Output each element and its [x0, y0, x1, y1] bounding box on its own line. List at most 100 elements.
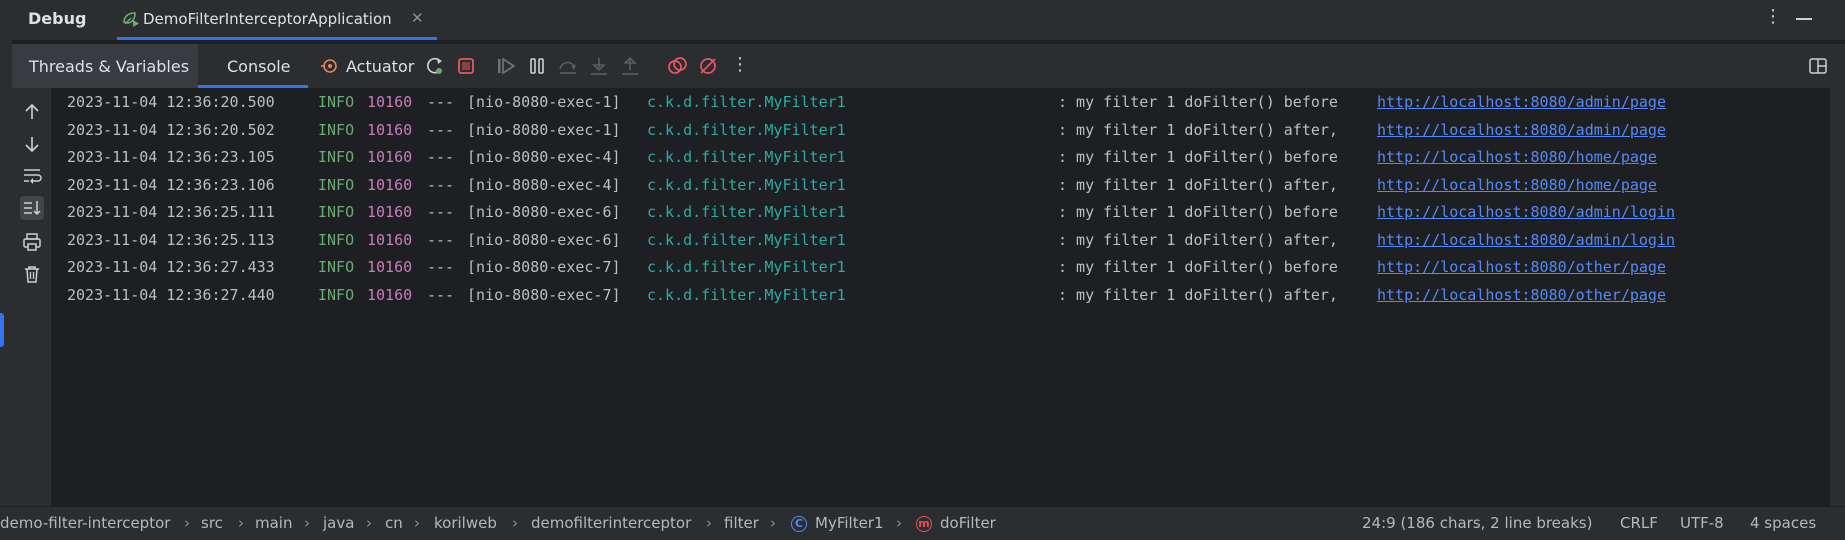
- run-config-tab[interactable]: DemoFilterInterceptorApplication ✕: [117, 0, 437, 40]
- log-url-link[interactable]: http://localhost:8080/home/page: [1377, 145, 1657, 169]
- log-ts: 2023-11-04 12:36:20.500: [67, 93, 275, 111]
- file-encoding[interactable]: UTF-8: [1680, 514, 1724, 532]
- chevron-right-icon: ›: [238, 514, 244, 532]
- log-url-link[interactable]: http://localhost:8080/other/page: [1377, 283, 1666, 307]
- breadcrumb-cn[interactable]: cn: [385, 514, 403, 532]
- log-thread: [nio-8080-exec-6]: [467, 230, 621, 249]
- print-button[interactable]: [20, 230, 44, 254]
- resume-button[interactable]: [495, 55, 517, 77]
- line-separator[interactable]: CRLF: [1620, 514, 1658, 532]
- log-url-link[interactable]: http://localhost:8080/admin/login: [1377, 200, 1675, 224]
- log-cls: c.k.d.filter.MyFilter1: [647, 148, 846, 166]
- more-vertical-icon[interactable]: ⋮: [1764, 6, 1782, 27]
- log-thread: [nio-8080-exec-4]: [467, 175, 621, 194]
- log-thread: [nio-8080-exec-1]: [467, 120, 621, 139]
- log-url-link[interactable]: http://localhost:8080/admin/page: [1377, 90, 1666, 114]
- breadcrumb-korilweb[interactable]: korilweb: [434, 514, 497, 532]
- indent-setting[interactable]: 4 spaces: [1750, 514, 1816, 532]
- step-out-button[interactable]: [619, 55, 641, 77]
- breadcrumb-method[interactable]: doFilter: [940, 514, 996, 532]
- stop-button[interactable]: [455, 55, 477, 77]
- soft-wrap-button[interactable]: [20, 164, 44, 188]
- step-over-button[interactable]: [557, 55, 579, 77]
- debug-title: Debug: [28, 9, 87, 28]
- log-ts: 2023-11-04 12:36:23.105: [67, 148, 275, 166]
- log-msg: : my filter 1 doFilter() before: [1058, 93, 1338, 111]
- log-msg: : my filter 1 doFilter() after,: [1058, 230, 1338, 249]
- chevron-right-icon: ›: [512, 514, 518, 532]
- log-level: INFO: [318, 203, 355, 221]
- resume-icon: [498, 57, 516, 75]
- tab-console[interactable]: Console: [198, 44, 308, 88]
- log-cls: c.k.d.filter.MyFilter1: [647, 120, 846, 139]
- log-pid: 10160: [367, 258, 413, 276]
- log-cls: c.k.d.filter.MyFilter1: [647, 285, 846, 304]
- log-msg: : my filter 1 doFilter() before: [1058, 203, 1338, 221]
- log-msg: : my filter 1 doFilter() before: [1058, 258, 1338, 276]
- step-into-icon: [591, 58, 607, 75]
- log-sep: ---: [427, 93, 455, 111]
- scroll-to-end-button[interactable]: [20, 196, 44, 220]
- close-icon[interactable]: ✕: [411, 9, 424, 27]
- log-sep: ---: [427, 258, 455, 276]
- chevron-right-icon: ›: [896, 514, 902, 532]
- view-breakpoints-icon: [668, 57, 687, 74]
- breadcrumb-filter[interactable]: filter: [724, 514, 759, 532]
- log-thread: [nio-8080-exec-1]: [467, 93, 621, 111]
- rerun-button[interactable]: [424, 55, 446, 77]
- log-pid: 10160: [367, 285, 413, 304]
- mute-breakpoints-icon: [700, 58, 716, 74]
- tab-actuator[interactable]: Actuator: [308, 44, 418, 88]
- soft-wrap-icon: [24, 169, 42, 184]
- left-edge-strip: [0, 0, 12, 506]
- log-url-link[interactable]: http://localhost:8080/other/page: [1377, 255, 1666, 279]
- log-ts: 2023-11-04 12:36:25.113: [67, 230, 275, 249]
- chevron-right-icon: ›: [184, 514, 190, 532]
- caret-position[interactable]: 24:9 (186 chars, 2 line breaks): [1362, 514, 1592, 532]
- breadcrumb-java[interactable]: java: [323, 514, 354, 532]
- log-level: INFO: [318, 120, 355, 139]
- stop-icon: [458, 58, 474, 74]
- minimize-icon[interactable]: [1796, 18, 1812, 20]
- console-output[interactable]: 2023-11-04 12:36:20.500 INFO 10160 --- [nio-…: [53, 88, 1830, 506]
- view-breakpoints-button[interactable]: [666, 55, 688, 77]
- log-level: INFO: [318, 148, 355, 166]
- breadcrumb-demofilterinterceptor[interactable]: demofilterinterceptor: [531, 514, 691, 532]
- log-ts: 2023-11-04 12:36:20.502: [67, 120, 275, 139]
- status-bar: demo-filter-interceptor › src › main › j…: [0, 506, 1845, 540]
- breadcrumb-class[interactable]: MyFilter1: [815, 514, 884, 532]
- pause-icon: [530, 58, 544, 74]
- method-icon: m: [916, 516, 932, 532]
- active-tool-indicator: [0, 313, 4, 347]
- log-thread: [nio-8080-exec-6]: [467, 203, 621, 221]
- tab-threads-variables-label: Threads & Variables: [29, 57, 190, 76]
- step-into-button[interactable]: [588, 55, 610, 77]
- chevron-right-icon: ›: [706, 514, 712, 532]
- rerun-icon: [426, 57, 442, 74]
- log-url-link[interactable]: http://localhost:8080/admin/login: [1377, 228, 1675, 252]
- breadcrumb-project[interactable]: demo-filter-interceptor: [0, 514, 170, 532]
- tab-underline: [117, 37, 437, 40]
- layout-icon: [1809, 58, 1827, 74]
- more-vertical-icon[interactable]: ⋮: [729, 55, 751, 77]
- log-pid: 10160: [367, 120, 413, 139]
- down-button[interactable]: [20, 132, 44, 156]
- layout-button[interactable]: [1807, 55, 1829, 77]
- clear-all-button[interactable]: [20, 262, 44, 286]
- tab-threads-variables[interactable]: Threads & Variables: [12, 44, 198, 88]
- print-icon: [23, 233, 41, 251]
- breadcrumb-main[interactable]: main: [255, 514, 292, 532]
- log-cls: c.k.d.filter.MyFilter1: [647, 203, 846, 221]
- log-ts: 2023-11-04 12:36:27.433: [67, 258, 275, 276]
- pause-button[interactable]: [526, 55, 548, 77]
- mute-breakpoints-button[interactable]: [697, 55, 719, 77]
- log-thread: [nio-8080-exec-4]: [467, 148, 621, 166]
- up-button[interactable]: [20, 100, 44, 124]
- log-url-link[interactable]: http://localhost:8080/admin/page: [1377, 118, 1666, 142]
- log-pid: 10160: [367, 203, 413, 221]
- up-arrow-icon: [25, 103, 39, 119]
- right-edge-strip: [1830, 44, 1845, 506]
- chevron-right-icon: ›: [414, 514, 420, 532]
- log-url-link[interactable]: http://localhost:8080/home/page: [1377, 173, 1657, 197]
- breadcrumb-src[interactable]: src: [201, 514, 223, 532]
